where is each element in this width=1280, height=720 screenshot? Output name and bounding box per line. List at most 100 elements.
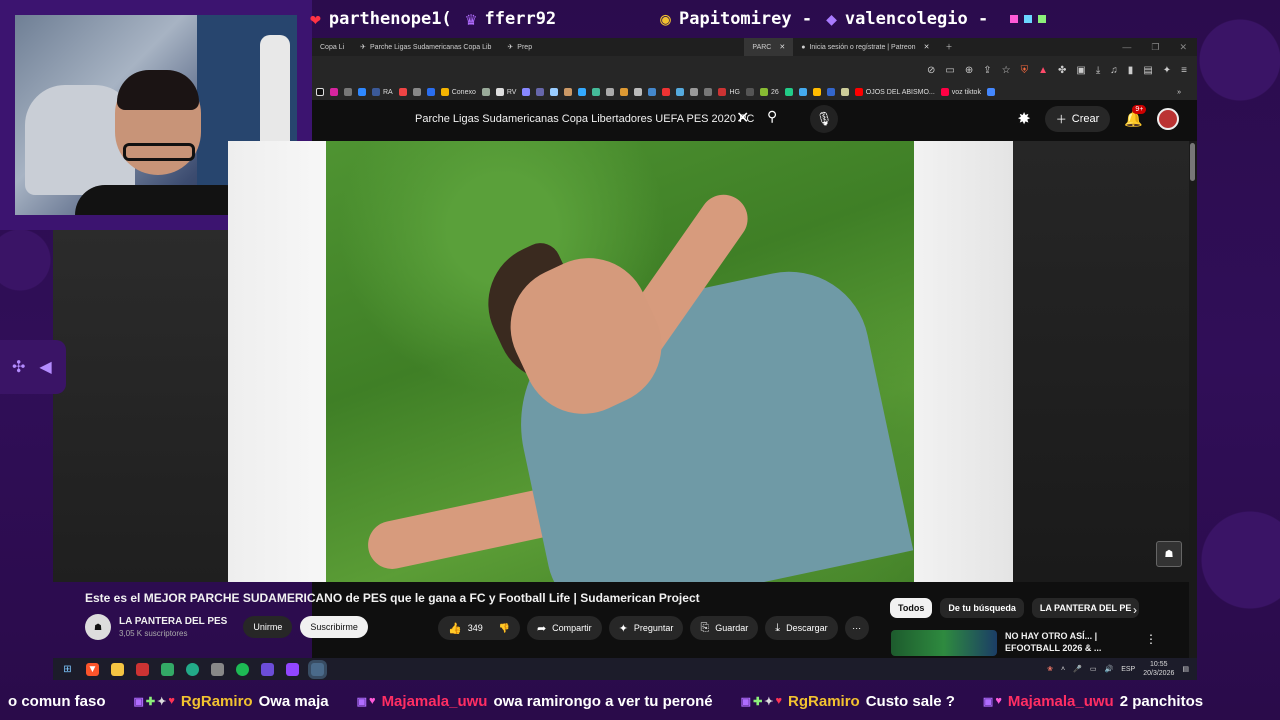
app-icon[interactable] (211, 662, 224, 676)
app-icon[interactable] (136, 662, 149, 676)
volume-icon[interactable]: 🔊 (1104, 665, 1113, 673)
cast-icon[interactable]: ▭ (945, 65, 954, 76)
instagram-icon[interactable] (330, 88, 338, 96)
bookmark-icon[interactable] (536, 88, 545, 96)
bookmark-icon[interactable] (578, 88, 587, 96)
collapse-arrow-icon[interactable]: ◀ (39, 357, 51, 377)
browser-tab[interactable]: ● Inicia sesión o regístrate | Patreon ✕ (793, 38, 937, 56)
chrome-icon[interactable] (186, 662, 199, 676)
app-icon[interactable] (261, 662, 274, 676)
create-button[interactable]: ＋ Crear (1044, 106, 1111, 132)
studio-icon[interactable]: ✸ (1017, 109, 1030, 129)
bookmark-icon[interactable] (344, 88, 352, 96)
bookmark-icon[interactable] (592, 88, 601, 96)
bookmark-icon[interactable] (704, 88, 713, 96)
channel-watermark-icon[interactable]: ☗ (1156, 541, 1182, 567)
minimize-icon[interactable]: — (1122, 42, 1131, 53)
bookmark-icon[interactable] (784, 88, 793, 96)
twitch-icon[interactable] (286, 662, 299, 676)
more-actions-button[interactable]: ⋯ (844, 616, 869, 640)
more-bookmarks-icon[interactable]: » (1177, 89, 1197, 96)
video-thumbnail[interactable] (891, 630, 997, 656)
bookmark-icon[interactable] (634, 88, 643, 96)
channel-avatar[interactable]: ☗ (85, 614, 111, 640)
like-button[interactable]: 👍 349 👎 (438, 616, 520, 640)
bookmark-icon[interactable] (398, 88, 407, 96)
thumbs-down-icon[interactable]: 👎 (499, 623, 510, 634)
join-button[interactable]: Unirme (243, 616, 293, 638)
file-explorer-icon[interactable] (111, 662, 124, 676)
bookmark-icon[interactable] (481, 88, 490, 96)
close-window-icon[interactable]: ✕ (1179, 42, 1187, 53)
share-icon[interactable]: ⇪ (983, 65, 991, 76)
close-icon[interactable]: ✕ (779, 43, 785, 51)
wallet-icon[interactable]: ▤ (1143, 65, 1152, 76)
tray-app-icon[interactable]: ❀ (1047, 665, 1053, 673)
bookmark-icon[interactable] (840, 88, 849, 96)
brave-shield-icon[interactable]: ⛨ (1021, 65, 1029, 76)
download-icon[interactable]: ⤓ (1096, 65, 1100, 76)
new-tab-button[interactable]: ＋ (937, 38, 960, 56)
kebab-menu-icon[interactable]: ⋮ (1145, 632, 1157, 646)
bookmark-item[interactable]: RA (372, 88, 393, 96)
recommended-title[interactable]: NO HAY OTRO ASÍ... | EFOOTBALL 2026 & ..… (1005, 630, 1125, 656)
leo-icon[interactable]: ✦ (1163, 65, 1171, 76)
extension-icon[interactable]: ⊘ (927, 65, 935, 76)
browser-tab[interactable]: ✈ Prep (499, 38, 744, 56)
bookmark-icon[interactable] (662, 88, 671, 96)
bookmark-icon[interactable] (648, 88, 657, 96)
sidebar-icon[interactable]: ▮ (1128, 65, 1134, 76)
bookmark-icon[interactable] (606, 88, 615, 96)
bookmark-icon[interactable] (745, 88, 754, 96)
app-icon[interactable] (161, 662, 174, 676)
chevron-up-icon[interactable]: ˄ (1061, 666, 1065, 673)
share-button[interactable]: ➦ Compartir (526, 616, 602, 640)
bookmark-item[interactable]: RV (495, 88, 516, 96)
brave-icon[interactable]: ▼ (86, 662, 99, 676)
page-scrollbar[interactable] (1189, 141, 1197, 658)
extensions-icon[interactable]: ✤ (1058, 65, 1066, 76)
zoom-icon[interactable]: ⊕ (965, 65, 973, 76)
bookmark-item[interactable]: voz tiktok (940, 88, 981, 96)
search-input[interactable]: Parche Ligas Sudamericanas Copa Libertad… (405, 106, 760, 132)
download-button[interactable]: ⤓ Descargar (765, 616, 838, 640)
bookmark-icon[interactable] (412, 88, 421, 96)
search-icon[interactable]: ⚲ (767, 108, 777, 125)
browser-tab[interactable]: ✈ Parche Ligas Sudamericanas Copa Lib (352, 38, 499, 56)
bookmark-item[interactable]: 26 (759, 88, 779, 96)
browser-tab-active[interactable]: PARC ✕ (744, 38, 794, 56)
avatar[interactable] (1157, 108, 1179, 130)
bookmark-icon[interactable] (426, 88, 435, 96)
network-icon[interactable]: ▭ (1090, 665, 1097, 673)
bookmark-icon[interactable] (358, 88, 366, 96)
clear-search-icon[interactable]: ✕ (736, 108, 749, 128)
bookmark-icon[interactable] (812, 88, 821, 96)
bookmark-icon[interactable] (550, 88, 559, 96)
bookmark-icon[interactable] (690, 88, 699, 96)
spotify-icon[interactable] (236, 662, 249, 676)
scrollbar-thumb[interactable] (1190, 143, 1195, 181)
bookmark-icon[interactable] (986, 88, 995, 96)
notifications-button[interactable]: 🔔 9+ (1124, 105, 1147, 128)
subscribe-button[interactable]: Suscribirme (300, 616, 368, 638)
video-player[interactable]: ☗ (228, 141, 1190, 582)
language-indicator[interactable]: ESP (1121, 666, 1135, 673)
bookmark-icon[interactable] (620, 88, 629, 96)
bookmark-item[interactable]: HG (718, 88, 740, 96)
clock[interactable]: 10:55 20/3/2026 (1143, 660, 1174, 678)
windows-start-icon[interactable]: ⊞ (61, 663, 74, 676)
bookmark-icon[interactable] (564, 88, 573, 96)
chip-from-search[interactable]: De tu búsqueda (940, 598, 1024, 618)
recommended-video[interactable]: NO HAY OTRO ASÍ... | EFOOTBALL 2026 & ..… (891, 630, 1125, 656)
close-icon[interactable]: ✕ (924, 43, 930, 51)
chevron-right-icon[interactable]: › (1133, 603, 1137, 617)
star-icon[interactable]: ☆ (1002, 65, 1011, 76)
tiktok-icon[interactable] (316, 88, 324, 96)
bookmark-item[interactable]: OJOS DEL ABISMO... (854, 88, 935, 96)
menu-icon[interactable]: ≡ (1181, 65, 1187, 76)
bookmark-item[interactable]: Conexo (440, 88, 476, 96)
screenshot-icon[interactable]: ▣ (1076, 65, 1085, 76)
chip-all[interactable]: Todos (890, 598, 933, 618)
channel-name[interactable]: LA PANTERA DEL PES (119, 616, 227, 627)
bookmark-icon[interactable] (522, 88, 531, 96)
